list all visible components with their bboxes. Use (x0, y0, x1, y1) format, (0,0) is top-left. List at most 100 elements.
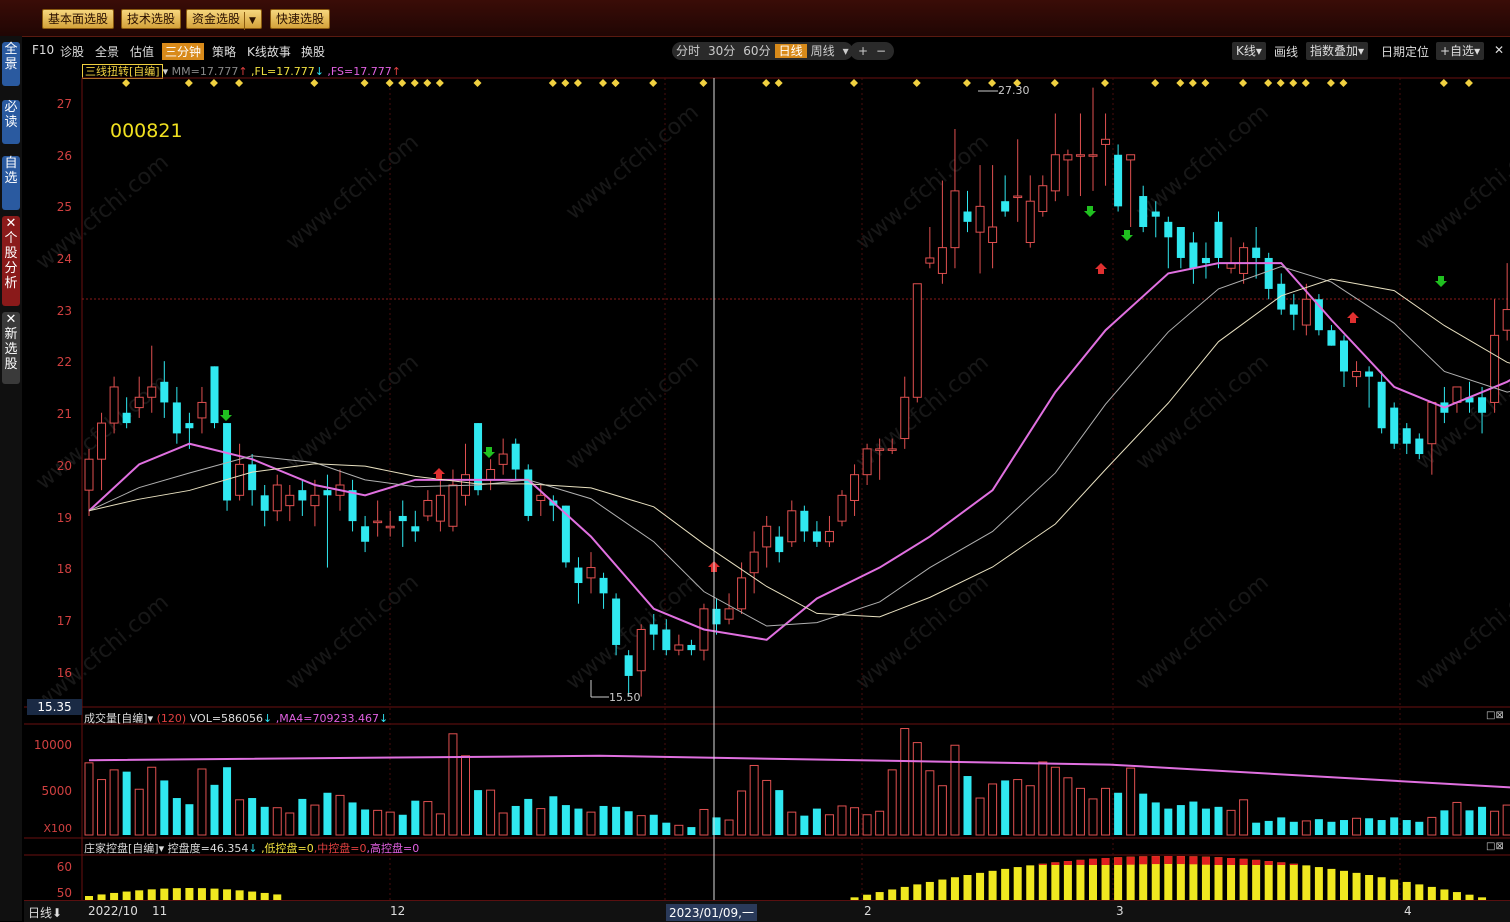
volume-bar (1264, 820, 1273, 835)
control-bar-high (1201, 856, 1210, 865)
window-controls[interactable]: □⊠ (1486, 841, 1504, 852)
signal-diamond (1151, 79, 1160, 87)
control-bar (110, 892, 119, 900)
period-button[interactable]: 日线⬇ (28, 904, 62, 921)
volume-bar (1277, 817, 1286, 835)
control-bar (1239, 858, 1248, 900)
volume-bar (1402, 820, 1411, 835)
volume-bar (1465, 810, 1474, 835)
volume-bar (975, 797, 985, 836)
arrow-down-icon: ↓ (263, 712, 273, 725)
candle-body (109, 386, 119, 424)
volume-tick: 5000 (41, 784, 72, 798)
volume-tick: 10000 (33, 738, 72, 752)
volume-bar (147, 766, 157, 836)
control-bar (1415, 884, 1424, 900)
candle-body (900, 396, 910, 440)
volume-bar (298, 798, 307, 835)
control-legend: 庄家控盘[自编]▾ 控盘度=46.354↓ ,低控盘=0,中控盘=0,高控盘=0 (84, 840, 419, 856)
candle-body (912, 283, 922, 398)
candle-body (361, 526, 370, 542)
sell-arrow-icon (483, 447, 495, 458)
control-bar (260, 892, 269, 900)
candle-body (850, 474, 860, 501)
control-bar-high (1214, 857, 1223, 865)
volume-bar (323, 792, 332, 835)
ma4-value: ,MA4=709233.467 (275, 712, 379, 725)
control-bar-high (1038, 863, 1047, 865)
candle-body (323, 490, 332, 496)
sell-arrow-icon (220, 410, 232, 421)
control-bar-high (1189, 856, 1198, 865)
volume-bar (649, 814, 658, 835)
control-bar (223, 889, 232, 900)
candle-body (160, 381, 169, 403)
volume-tick: X100 (43, 822, 72, 835)
volume-bar (1352, 817, 1362, 836)
volume-bar (1377, 820, 1386, 835)
control-degree: 控盘度=46.354 (167, 842, 249, 855)
control-bar-high (1126, 856, 1135, 865)
volume-bar (937, 785, 947, 836)
chevron-down-icon[interactable]: ▾ (159, 842, 165, 855)
control-bar (963, 875, 972, 900)
sell-arrow-icon (1435, 276, 1447, 287)
control-bar-high (1164, 856, 1173, 864)
control-indicator-name[interactable]: 庄家控盘[自编] (84, 842, 159, 855)
signal-diamond (1050, 79, 1059, 87)
volume-bar (1088, 798, 1098, 836)
volume-bar (636, 815, 646, 836)
volume-bar (1126, 767, 1136, 836)
arrow-down-icon: ↓ (248, 842, 258, 855)
candle-body (662, 629, 671, 651)
period-button-label: 日线 (28, 906, 53, 920)
candle-body (1252, 247, 1261, 258)
control-bar (197, 888, 206, 900)
candle-body (373, 520, 383, 524)
candle-body (1164, 221, 1173, 238)
candle-body (285, 494, 295, 507)
volume-bar (310, 804, 320, 836)
price-tick: 17 (56, 614, 72, 628)
volume-bar (109, 769, 119, 836)
control-bar (1089, 858, 1097, 900)
arrow-down-icon: ↓ (378, 712, 389, 725)
candle-body (97, 422, 107, 460)
candle-body (1415, 438, 1424, 455)
candle-body (875, 448, 885, 451)
date-label: 11 (152, 904, 168, 918)
kline-chart[interactable]: 27.30 15.50 (0, 0, 1510, 921)
candle-body (724, 608, 734, 620)
volume-bar (272, 807, 282, 836)
control-bar (1001, 868, 1010, 900)
volume-bar (1025, 785, 1035, 836)
signal-diamond (573, 79, 582, 87)
candle-body (1201, 257, 1210, 264)
volume-bar (925, 770, 935, 836)
candle-body (122, 412, 131, 424)
candle-body (486, 469, 496, 481)
window-controls[interactable]: □⊠ (1486, 710, 1504, 721)
candle-body (1377, 381, 1386, 429)
volume-bar (1038, 761, 1048, 836)
volume-indicator-name[interactable]: 成交量[自编] (84, 712, 148, 725)
volume-bar (724, 819, 734, 836)
control-bar (1340, 870, 1348, 900)
volume-bar (1440, 810, 1449, 835)
candle-body (197, 401, 207, 419)
chevron-down-icon[interactable]: ▾ (148, 712, 154, 725)
control-bar-high (1239, 858, 1248, 865)
control-bar (135, 890, 144, 900)
candle-body (348, 490, 357, 522)
candle-body (1277, 283, 1286, 310)
volume-bar (549, 796, 558, 835)
control-bar (1013, 867, 1022, 900)
buy-arrow-icon (1095, 263, 1107, 274)
signal-diamond (360, 79, 369, 87)
volume-bar (172, 798, 181, 835)
signal-diamond (1276, 79, 1285, 87)
signal-diamond (1176, 79, 1185, 87)
signal-diamond (1239, 79, 1248, 87)
control-bar (950, 877, 959, 900)
volume-bar (1189, 801, 1198, 835)
